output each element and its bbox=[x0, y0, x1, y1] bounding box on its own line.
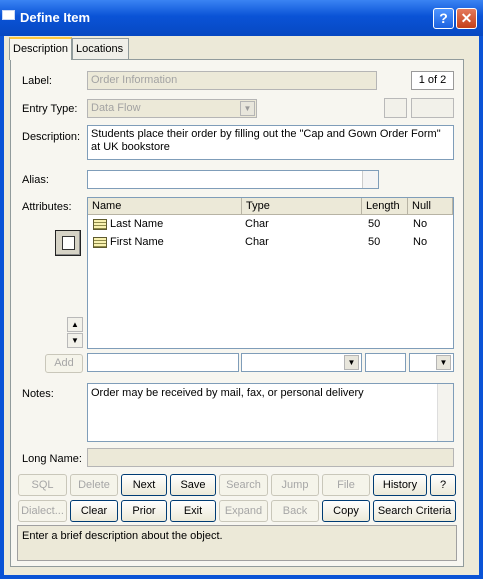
jump-button[interactable]: Jump bbox=[271, 474, 319, 496]
history-button[interactable]: History bbox=[373, 474, 427, 496]
notes-textarea[interactable]: Order may be received by mail, fax, or p… bbox=[87, 383, 454, 442]
description-textarea[interactable]: Students place their order by filling ou… bbox=[87, 125, 454, 160]
column-header-name[interactable]: Name bbox=[88, 198, 242, 215]
column-header-length[interactable]: Length bbox=[362, 198, 408, 215]
column-header-null[interactable]: Null bbox=[408, 198, 453, 215]
alias-spinner[interactable] bbox=[362, 171, 378, 188]
alias-caption: Alias: bbox=[22, 174, 49, 186]
notes-caption: Notes: bbox=[22, 388, 54, 400]
column-header-type[interactable]: Type bbox=[242, 198, 362, 215]
back-button[interactable]: Back bbox=[271, 500, 319, 522]
chevron-down-icon[interactable]: ▼ bbox=[344, 355, 359, 370]
document-icon bbox=[62, 236, 75, 250]
properties-icon[interactable] bbox=[55, 230, 81, 256]
tab-locations[interactable]: Locations bbox=[72, 38, 129, 59]
move-down-icon[interactable]: ▼ bbox=[67, 333, 83, 348]
table-row[interactable]: First Name Char 50 No bbox=[88, 235, 453, 251]
row-name: Last Name bbox=[110, 218, 164, 230]
table-icon bbox=[93, 237, 107, 248]
exit-button[interactable]: Exit bbox=[170, 500, 216, 522]
tab-label: Description bbox=[13, 43, 69, 55]
help-button[interactable]: ? bbox=[433, 8, 454, 29]
long-name-field[interactable] bbox=[87, 448, 454, 467]
window-title: Define Item bbox=[20, 10, 91, 25]
row-length: 50 bbox=[368, 218, 381, 230]
close-button[interactable]: ✕ bbox=[456, 8, 477, 29]
entry-type-select[interactable]: Data Flow bbox=[87, 99, 257, 118]
next-button[interactable]: Next bbox=[121, 474, 167, 496]
attributes-table: Name Type Length Null Last Name Char 50 … bbox=[87, 197, 454, 349]
notes-scrollbar[interactable] bbox=[437, 384, 453, 441]
row-type: Char bbox=[245, 236, 269, 248]
row-length: 50 bbox=[368, 236, 381, 248]
chevron-down-icon[interactable]: ▼ bbox=[436, 355, 451, 370]
search-criteria-button[interactable]: Search Criteria bbox=[373, 500, 456, 522]
entry-type-caption: Entry Type: bbox=[22, 103, 78, 115]
attributes-caption: Attributes: bbox=[22, 201, 72, 213]
status-bar: Enter a brief description about the obje… bbox=[17, 525, 457, 561]
search-button[interactable]: Search bbox=[219, 474, 268, 496]
chevron-down-icon[interactable]: ▼ bbox=[240, 101, 255, 116]
tab-description[interactable]: Description bbox=[9, 37, 73, 60]
help-question-button[interactable]: ? bbox=[430, 474, 456, 496]
new-attr-length-input[interactable] bbox=[365, 353, 406, 372]
entry-extra-button[interactable] bbox=[411, 98, 454, 118]
window-icon bbox=[2, 10, 15, 20]
label-field[interactable]: Order Information bbox=[87, 71, 377, 90]
save-button[interactable]: Save bbox=[170, 474, 216, 496]
copy-button[interactable]: Copy bbox=[322, 500, 370, 522]
page-indicator: 1 of 2 bbox=[411, 71, 454, 90]
label-caption: Label: bbox=[22, 75, 52, 87]
row-type: Char bbox=[245, 218, 269, 230]
new-attr-name-input[interactable] bbox=[87, 353, 239, 372]
description-caption: Description: bbox=[22, 131, 81, 143]
sql-button[interactable]: SQL bbox=[18, 474, 67, 496]
row-null: No bbox=[413, 218, 428, 230]
move-up-icon[interactable]: ▲ bbox=[67, 317, 83, 332]
tab-label: Locations bbox=[76, 43, 124, 55]
row-null: No bbox=[413, 236, 428, 248]
file-button[interactable]: File bbox=[322, 474, 370, 496]
alias-input[interactable] bbox=[87, 170, 379, 189]
prior-button[interactable]: Prior bbox=[121, 500, 167, 522]
table-row[interactable]: Last Name Char 50 No bbox=[88, 217, 453, 233]
entry-option-button[interactable] bbox=[384, 98, 407, 118]
add-button[interactable]: Add bbox=[45, 354, 83, 373]
long-name-caption: Long Name: bbox=[22, 453, 82, 465]
row-name: First Name bbox=[110, 236, 164, 248]
delete-button[interactable]: Delete bbox=[70, 474, 118, 496]
expand-button[interactable]: Expand bbox=[219, 500, 268, 522]
table-icon bbox=[93, 219, 107, 230]
dialect-button[interactable]: Dialect... bbox=[18, 500, 67, 522]
clear-button[interactable]: Clear bbox=[70, 500, 118, 522]
